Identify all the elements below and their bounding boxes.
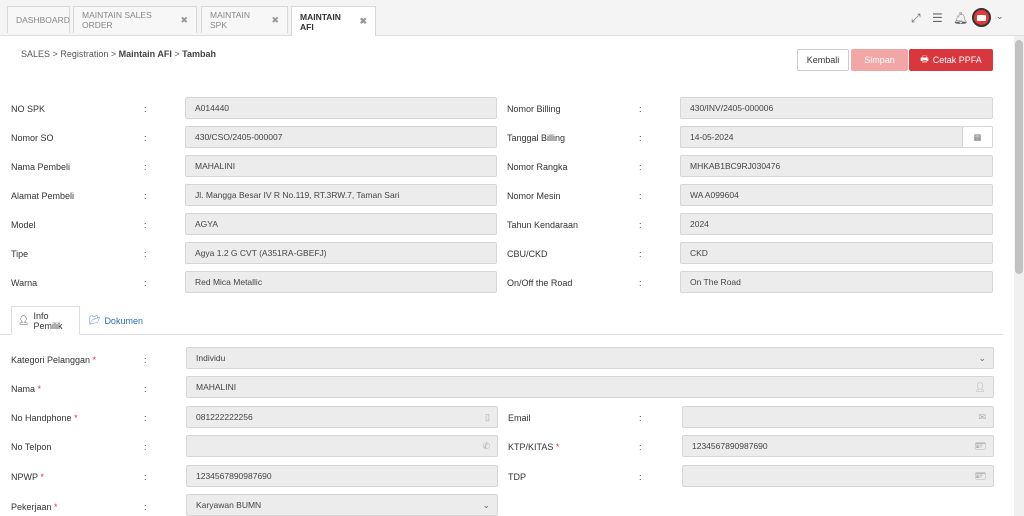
breadcrumb-maintain-afi[interactable]: Maintain AFI — [119, 49, 172, 59]
tanggal-billing-field: 14-05-2024 — [680, 126, 963, 148]
chevron-down-icon[interactable]: ⌄ — [996, 11, 1004, 22]
tab-label: MAINTAIN AFI — [300, 11, 341, 32]
pekerjaan-label: Pekerjaan * — [11, 502, 58, 512]
tanggal-billing-label: Tanggal Billing — [507, 133, 566, 143]
tab-maintain-afi[interactable]: MAINTAIN AFI ✖ — [291, 6, 376, 36]
npwp-input[interactable]: 1234567890987690 — [186, 465, 498, 487]
bell-icon[interactable]: 🔔︎ — [953, 11, 968, 25]
chevron-down-icon: ⌄ — [482, 500, 490, 510]
id-card-icon: 🪪︎ — [974, 471, 986, 481]
npwp-label: NPWP * — [11, 472, 44, 482]
model-field: AGYA — [185, 213, 497, 235]
tdp-input[interactable]: 🪪︎ — [682, 465, 994, 487]
no-spk-label: NO SPK — [11, 104, 46, 114]
top-bar: DASHBOARD MAINTAIN SALES ORDER ✖ MAINTAIN… — [0, 0, 1024, 36]
no-spk-field: A014440 — [185, 97, 497, 119]
close-icon[interactable]: ✖ — [359, 16, 367, 27]
cetak-ppfa-label: Cetak PPFA — [932, 55, 982, 65]
chevron-down-icon: ⌄ — [978, 353, 986, 363]
kategori-select[interactable]: Individu ⌄ — [186, 347, 994, 369]
nomor-rangka-field: MHKAB1BC9RJ030476 — [680, 155, 993, 177]
expand-icon[interactable]: ⤢ — [911, 11, 921, 26]
on-off-road-label: On/Off the Road — [507, 278, 573, 288]
tab-info-pemilik[interactable]: 👤︎ Info Pemilik — [11, 306, 80, 335]
phone-icon: ✆ — [482, 441, 490, 451]
tdp-label: TDP — [508, 472, 526, 482]
tahun-kendaraan-label: Tahun Kendaraan — [507, 220, 579, 230]
scrollbar-thumb[interactable] — [1015, 40, 1023, 274]
nomor-so-field: 430/CSO/2405-000007 — [185, 126, 497, 148]
nomor-mesin-field: WA A099604 — [680, 184, 993, 206]
nomor-billing-field: 430/INV/2405-000006 — [680, 97, 993, 119]
tab-dokumen[interactable]: 📂︎ Dokumen — [83, 306, 149, 335]
tahun-kendaraan-field: 2024 — [680, 213, 993, 235]
nama-label: Nama * — [11, 384, 42, 394]
breadcrumb: SALES > Registration > Maintain AFI > Ta… — [21, 49, 216, 59]
mobile-icon: ▯ — [485, 412, 490, 422]
close-icon[interactable]: ✖ — [271, 15, 279, 26]
pekerjaan-select[interactable]: Karyawan BUMN ⌄ — [186, 494, 498, 516]
printer-icon: 🖶 — [920, 54, 929, 64]
simpan-button[interactable]: Simpan — [851, 49, 908, 71]
nama-pembeli-field: MAHALINI — [185, 155, 497, 177]
nomor-so-label: Nomor SO — [11, 133, 54, 143]
kembali-button[interactable]: Kembali — [797, 49, 849, 71]
cbu-ckd-field: CKD — [680, 242, 993, 264]
tipe-field: Agya 1.2 G CVT (A351RA-GBEFJ) — [185, 242, 497, 264]
user-icon: 👤︎ — [974, 382, 986, 392]
on-off-road-field: On The Road — [680, 271, 993, 293]
email-input[interactable]: ✉ — [682, 406, 994, 428]
breadcrumb-sales[interactable]: SALES — [21, 49, 50, 59]
calendar-icon[interactable]: ▦ — [962, 126, 993, 148]
telpon-label: No Telpon — [11, 442, 52, 452]
avatar[interactable] — [972, 8, 991, 27]
tab-maintain-sales-order[interactable]: MAINTAIN SALES ORDER ✖ — [73, 6, 197, 33]
cbu-ckd-label: CBU/CKD — [507, 249, 548, 259]
kategori-label: Kategori Pelanggan * — [11, 355, 97, 365]
breadcrumb-current: Tambah — [182, 49, 216, 59]
nama-input[interactable]: MAHALINI 👤︎ — [186, 376, 994, 398]
tab-label: MAINTAIN SALES ORDER — [82, 10, 152, 30]
ktp-input[interactable]: 1234567890987690 🪪︎ — [682, 435, 994, 457]
alamat-pembeli-field: Jl. Mangga Besar IV R No.119, RT.3RW.7, … — [185, 184, 497, 206]
nomor-mesin-label: Nomor Mesin — [507, 191, 561, 201]
folder-icon: 📂︎ — [89, 315, 101, 325]
cetak-ppfa-button[interactable]: 🖶 Cetak PPFA — [909, 49, 993, 71]
handphone-label: No Handphone * — [11, 413, 78, 423]
owner-tabs: 👤︎ Info Pemilik 📂︎ Dokumen — [0, 306, 1003, 335]
model-label: Model — [11, 220, 36, 230]
telpon-input[interactable]: ✆ — [186, 435, 498, 457]
close-icon[interactable]: ✖ — [180, 15, 188, 26]
tab-maintain-spk[interactable]: MAINTAIN SPK ✖ — [201, 6, 288, 33]
tab-label: DASHBOARD — [16, 15, 70, 25]
tab-dokumen-label: Dokumen — [104, 315, 143, 326]
nomor-billing-label: Nomor Billing — [507, 104, 561, 114]
nomor-rangka-label: Nomor Rangka — [507, 162, 568, 172]
tab-info-label: Info Pemilik — [33, 310, 63, 331]
user-icon: 👤︎ — [18, 315, 30, 325]
nama-pembeli-label: Nama Pembeli — [11, 162, 71, 172]
envelope-icon: ✉ — [978, 412, 986, 422]
tab-dashboard[interactable]: DASHBOARD — [7, 6, 70, 33]
warna-label: Warna — [11, 278, 38, 288]
tipe-label: Tipe — [11, 249, 29, 259]
menu-icon[interactable]: ☰ — [932, 11, 943, 25]
warna-field: Red Mica Metallic — [185, 271, 497, 293]
alamat-pembeli-label: Alamat Pembeli — [11, 191, 75, 201]
breadcrumb-registration[interactable]: Registration — [60, 49, 108, 59]
handphone-input[interactable]: 081222222256 ▯ — [186, 406, 498, 428]
ktp-label: KTP/KITAS * — [508, 442, 560, 452]
id-card-icon: 🪪︎ — [974, 441, 986, 451]
email-label: Email — [508, 413, 531, 423]
tab-label: MAINTAIN SPK — [210, 10, 250, 30]
